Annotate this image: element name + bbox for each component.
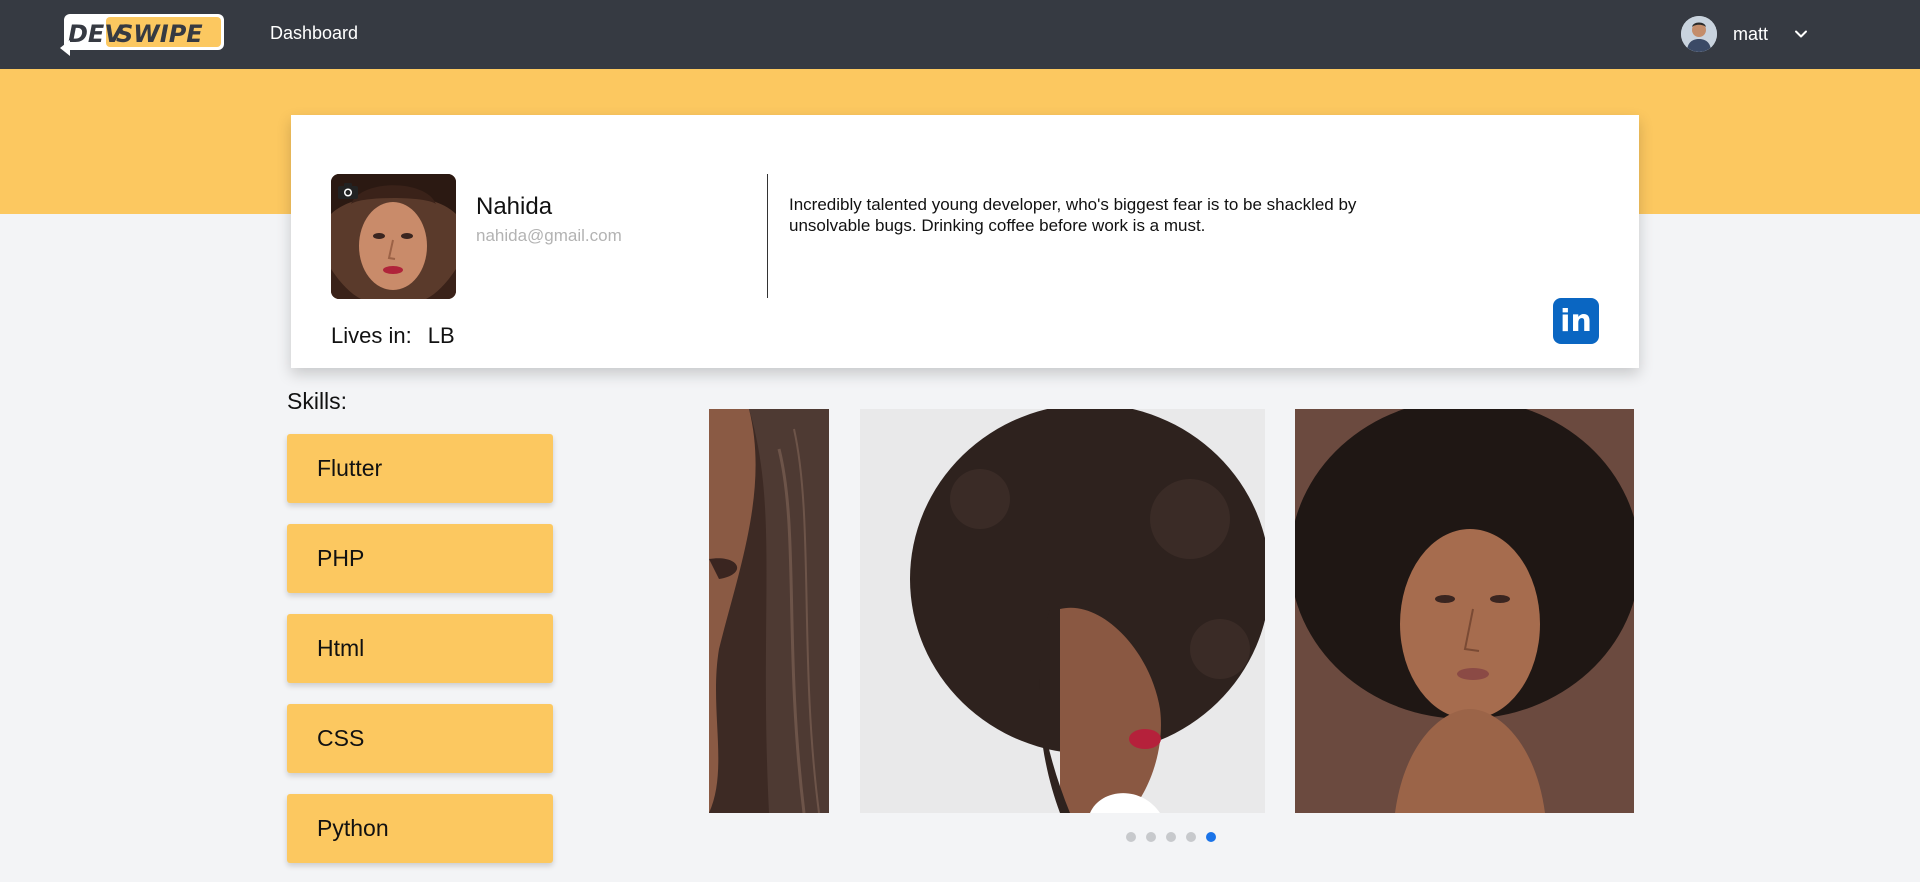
camera-icon[interactable]: [337, 182, 359, 200]
carousel-dots: [1126, 832, 1226, 842]
profile-photo[interactable]: [331, 174, 456, 299]
profile-bio: Incredibly talented young developer, who…: [789, 195, 1357, 235]
user-avatar: [1680, 16, 1717, 52]
carousel-dot-1[interactable]: [1126, 832, 1136, 842]
carousel-slide-previous[interactable]: [709, 409, 829, 813]
carousel-dot-4[interactable]: [1186, 832, 1196, 842]
profile-name: Nahida: [476, 193, 553, 220]
carousel-dot-5[interactable]: [1206, 832, 1216, 842]
linkedin-label: in: [1560, 303, 1592, 339]
skill-flutter[interactable]: Flutter: [287, 434, 553, 503]
location-value: LB: [427, 323, 455, 348]
top-nav: DEV SWIPE Dashboard matt: [0, 0, 1920, 69]
carousel-slide-next[interactable]: [1295, 409, 1634, 813]
vertical-divider: [767, 174, 768, 298]
carousel-dot-2[interactable]: [1146, 832, 1156, 842]
skill-css[interactable]: CSS: [287, 704, 553, 773]
carousel-slide-current[interactable]: [860, 409, 1265, 813]
skill-python[interactable]: Python: [287, 794, 553, 863]
devswipe-logo[interactable]: DEV SWIPE: [58, 12, 226, 56]
user-menu[interactable]: matt: [1680, 15, 1808, 53]
chevron-down-icon[interactable]: [1794, 27, 1808, 41]
skills-title: Skills:: [287, 388, 348, 414]
user-name: matt: [1732, 23, 1768, 44]
svg-text:SWIPE: SWIPE: [116, 20, 203, 48]
location-label: Lives in:: [331, 323, 412, 348]
location-row: Lives in: LB: [331, 323, 455, 349]
nav-dashboard-link[interactable]: Dashboard: [270, 23, 358, 44]
skill-php[interactable]: PHP: [287, 524, 553, 593]
profile-card: Nahida nahida@gmail.com Incredibly talen…: [291, 115, 1639, 368]
carousel-dot-3[interactable]: [1166, 832, 1176, 842]
linkedin-icon[interactable]: in: [1553, 298, 1599, 344]
profile-email: nahida@gmail.com: [476, 226, 622, 245]
skill-html[interactable]: Html: [287, 614, 553, 683]
